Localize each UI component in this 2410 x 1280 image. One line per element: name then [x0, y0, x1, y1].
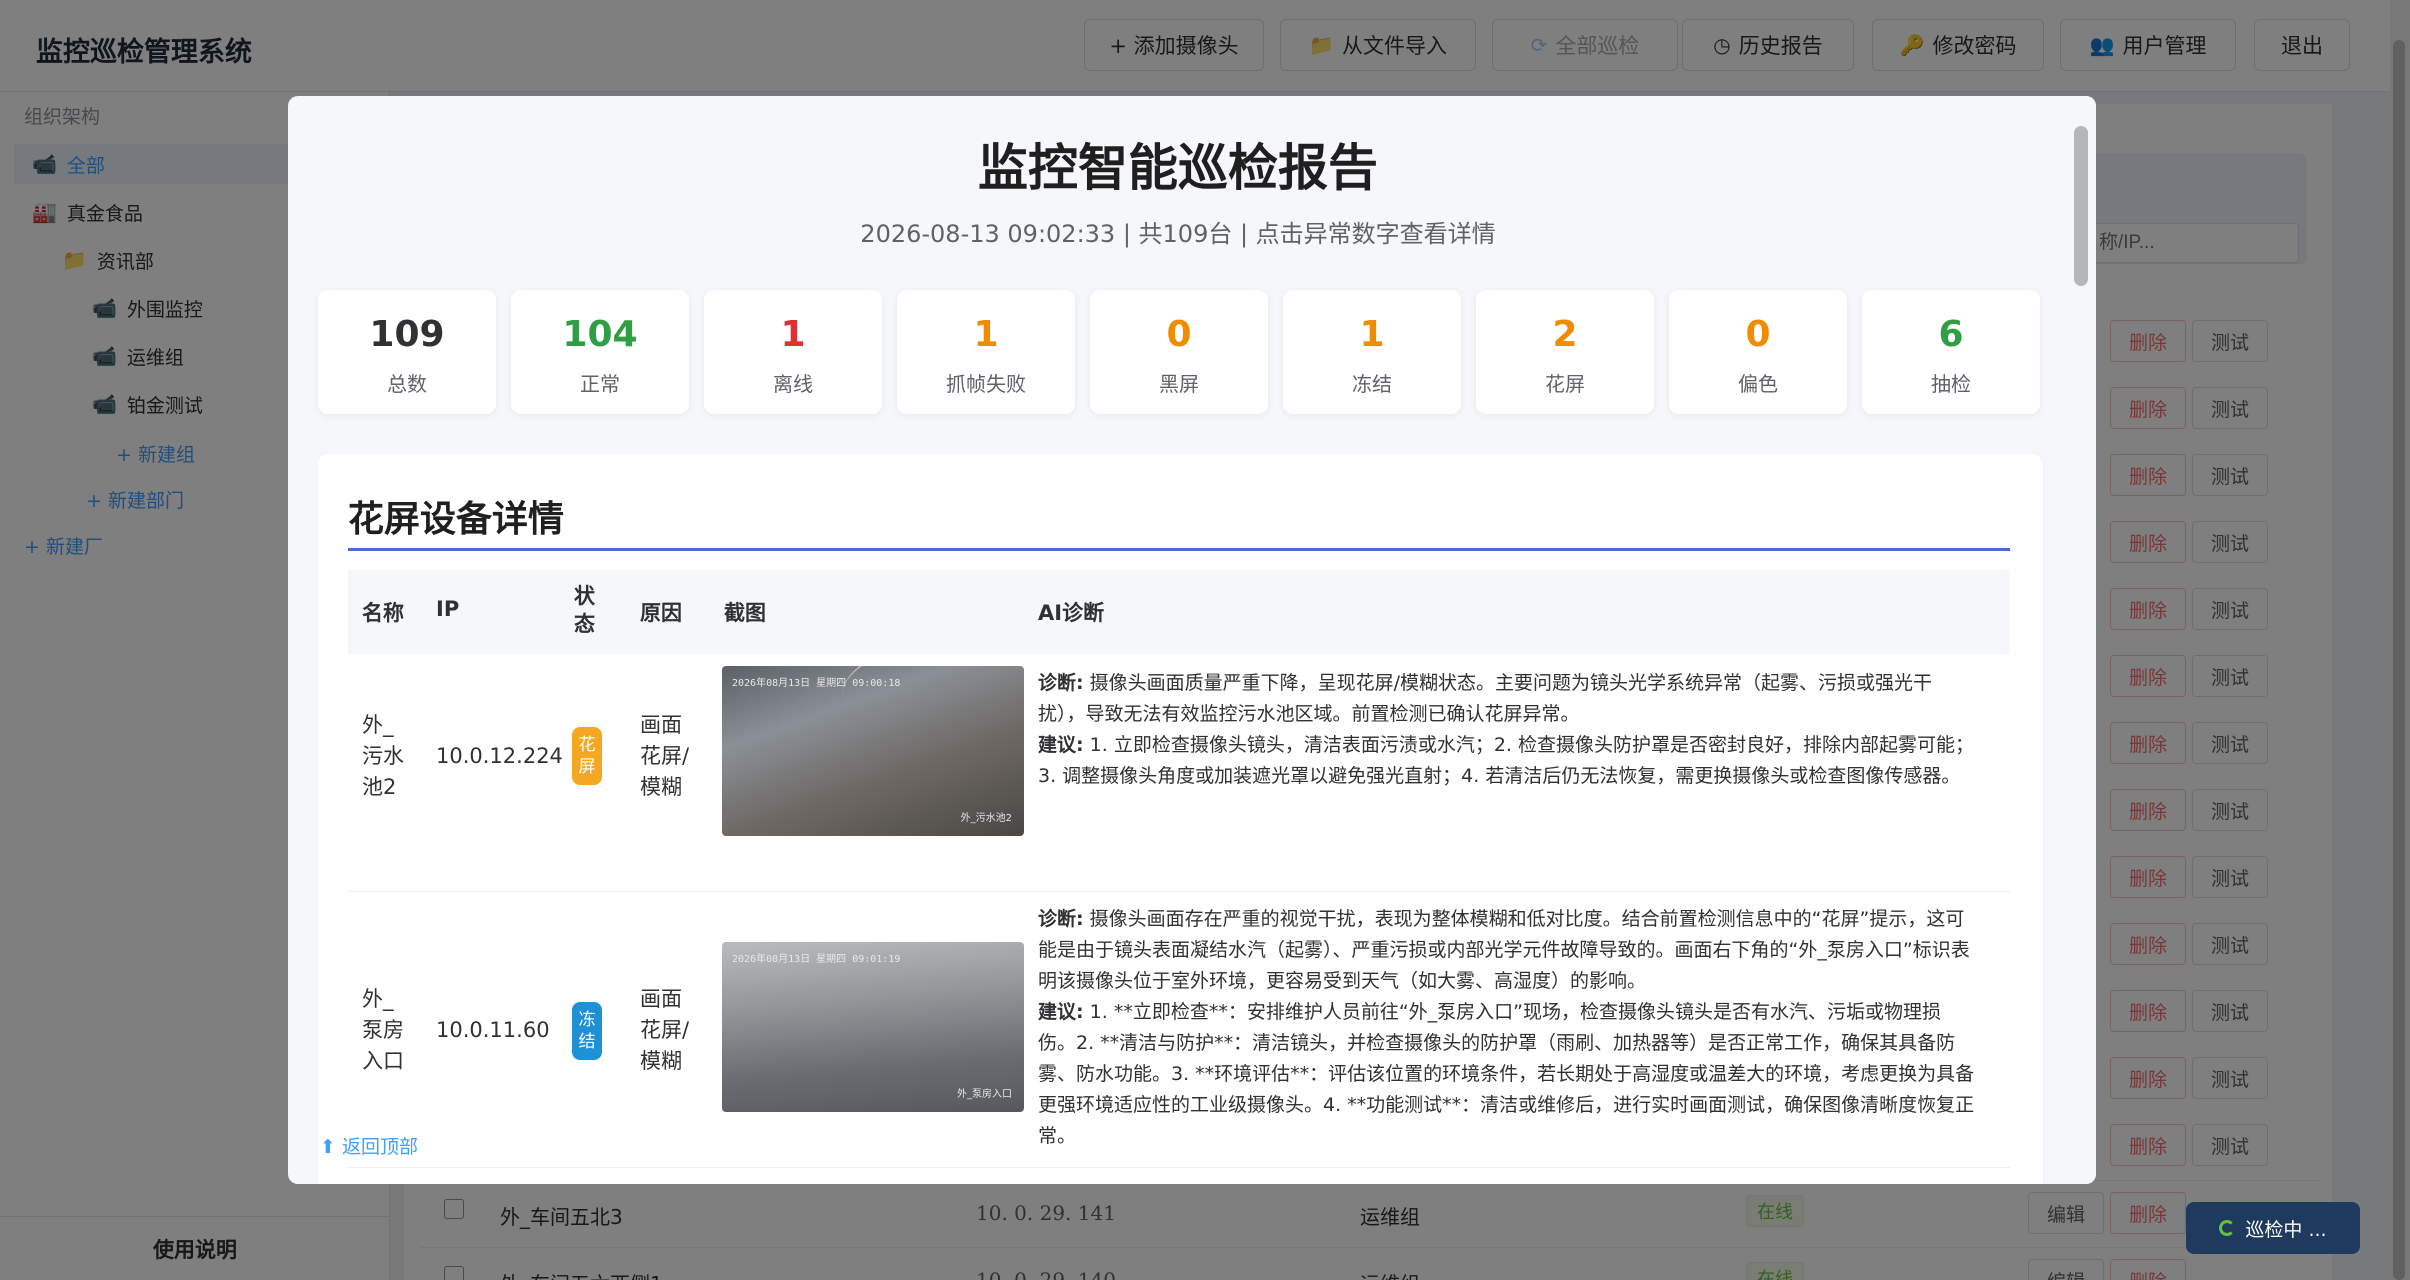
column-header: AI诊断	[1038, 601, 1105, 625]
column-header: IP	[436, 597, 460, 621]
diagnosis-label: 诊断:	[1038, 672, 1084, 694]
stat-card[interactable]: 109 总数	[318, 290, 496, 414]
stat-value: 1	[973, 314, 999, 355]
status-text: 冻结	[578, 1010, 596, 1052]
detail-section: 花屏设备详情 名称 IP 状态 原因 截图 AI诊断 外_污水池2 10.0.1…	[318, 454, 2042, 1184]
device-name: 外_污水池2	[362, 713, 404, 799]
stat-label: 偏色	[1738, 372, 1778, 396]
advice-label: 建议:	[1038, 734, 1084, 756]
spinner-icon	[2219, 1220, 2236, 1236]
stat-card[interactable]: 0 偏色	[1669, 290, 1847, 414]
snapshot-timestamp: 2026年08月13日 星期四 09:01:19	[732, 954, 901, 965]
modal-scrollbar-thumb[interactable]	[2074, 126, 2088, 286]
advice-text: 1. **立即检查**：安排维护人员前往“外_泵房入口”现场，检查摄像头镜头是否…	[1038, 1001, 1975, 1147]
stat-value: 0	[1745, 314, 1771, 355]
column-header: 状态	[574, 584, 595, 636]
ai-diagnosis: 诊断: 摄像头画面存在严重的视觉干扰，表现为整体模糊和低对比度。结合前置检测信息…	[1038, 904, 1978, 1152]
stat-card[interactable]: 104 正常	[511, 290, 689, 414]
detail-title: 花屏设备详情	[348, 499, 565, 540]
stat-card[interactable]: 1 离线	[704, 290, 882, 414]
stat-value: 6	[1938, 314, 1964, 355]
patrol-status-label: 巡检中 ...	[2245, 1218, 2327, 1241]
snapshot-label: 外_污水池2	[960, 813, 1012, 824]
stat-label: 抓帧失败	[946, 372, 1026, 396]
snapshot-label: 外_泵房入口	[957, 1089, 1012, 1100]
column-header: 名称	[362, 601, 404, 625]
report-modal: 监控智能巡检报告 2026-08-13 09:02:33 | 共109台 | 点…	[288, 96, 2096, 1184]
snapshot-image[interactable]: 2026年08月13日 星期四 09:00:18 外_污水池2	[722, 666, 1024, 836]
reason-text: 画面花屏/模糊	[640, 713, 690, 799]
table-row: 外_泵房入口 10.0.11.60 冻结 画面花屏/模糊 2026年08月13日…	[348, 892, 2010, 1168]
stat-value: 109	[369, 314, 445, 355]
stat-label: 抽检	[1931, 372, 1971, 396]
diagnosis-text: 摄像头画面存在严重的视觉干扰，表现为整体模糊和低对比度。结合前置检测信息中的“花…	[1038, 908, 1970, 992]
status-badge: 冻结	[572, 1002, 602, 1060]
device-name: 外_泵房入口	[362, 987, 404, 1073]
snapshot-image[interactable]: 2026年08月13日 星期四 09:01:19 外_泵房入口	[722, 942, 1024, 1112]
stat-value: 1	[780, 314, 806, 355]
status-text: 花屏	[578, 735, 596, 777]
stat-card[interactable]: 2 花屏	[1476, 290, 1654, 414]
stat-card[interactable]: 1 抓帧失败	[897, 290, 1075, 414]
stat-value: 0	[1166, 314, 1192, 355]
stat-label: 黑屏	[1159, 372, 1199, 396]
snapshot-timestamp: 2026年08月13日 星期四 09:00:18	[732, 678, 901, 689]
stat-label: 离线	[773, 372, 813, 396]
diagnosis-text: 摄像头画面质量严重下降，呈现花屏/模糊状态。主要问题为镜头光学系统异常（起雾、污…	[1038, 672, 1933, 725]
stat-label: 正常	[580, 372, 620, 396]
device-ip: 10.0.11.60	[436, 1018, 550, 1042]
stat-card[interactable]: 6 抽检	[1862, 290, 2040, 414]
detail-table-header: 名称 IP 状态 原因 截图 AI诊断	[348, 570, 2010, 654]
title-underline	[348, 548, 2010, 551]
stat-card[interactable]: 1 冻结	[1283, 290, 1461, 414]
advice-text: 1. 立即检查摄像头镜头，清洁表面污渍或水汽；2. 检查摄像头防护罩是否密封良好…	[1038, 734, 1974, 787]
report-subtitle: 2026-08-13 09:02:33 | 共109台 | 点击异常数字查看详情	[860, 220, 1496, 248]
table-row: 外_污水池2 10.0.12.224 花屏 画面花屏/模糊 2026年08月13…	[348, 654, 2010, 892]
ai-diagnosis: 诊断: 摄像头画面质量严重下降，呈现花屏/模糊状态。主要问题为镜头光学系统异常（…	[1038, 668, 1978, 792]
diagnosis-label: 诊断:	[1038, 908, 1084, 930]
stat-value: 104	[562, 314, 638, 355]
status-badge: 花屏	[572, 727, 602, 785]
arrow-up-icon: ⬆	[320, 1136, 336, 1158]
device-ip: 10.0.12.224	[436, 744, 563, 768]
back-to-top-label: 返回顶部	[341, 1136, 418, 1158]
column-header: 原因	[640, 601, 682, 625]
stat-card[interactable]: 0 黑屏	[1090, 290, 1268, 414]
stat-label: 总数	[387, 372, 427, 396]
reason-text: 画面花屏/模糊	[640, 987, 690, 1073]
back-to-top-link[interactable]: ⬆ 返回顶部	[320, 1132, 418, 1159]
patrol-progress-chip[interactable]: 巡检中 ...	[2186, 1202, 2360, 1254]
advice-label: 建议:	[1038, 1001, 1084, 1023]
column-header: 截图	[724, 601, 766, 625]
report-title: 监控智能巡检报告	[978, 139, 1378, 197]
stat-label: 花屏	[1545, 372, 1585, 396]
stat-value: 2	[1552, 314, 1578, 355]
stat-value: 1	[1359, 314, 1385, 355]
stat-label: 冻结	[1352, 372, 1392, 396]
